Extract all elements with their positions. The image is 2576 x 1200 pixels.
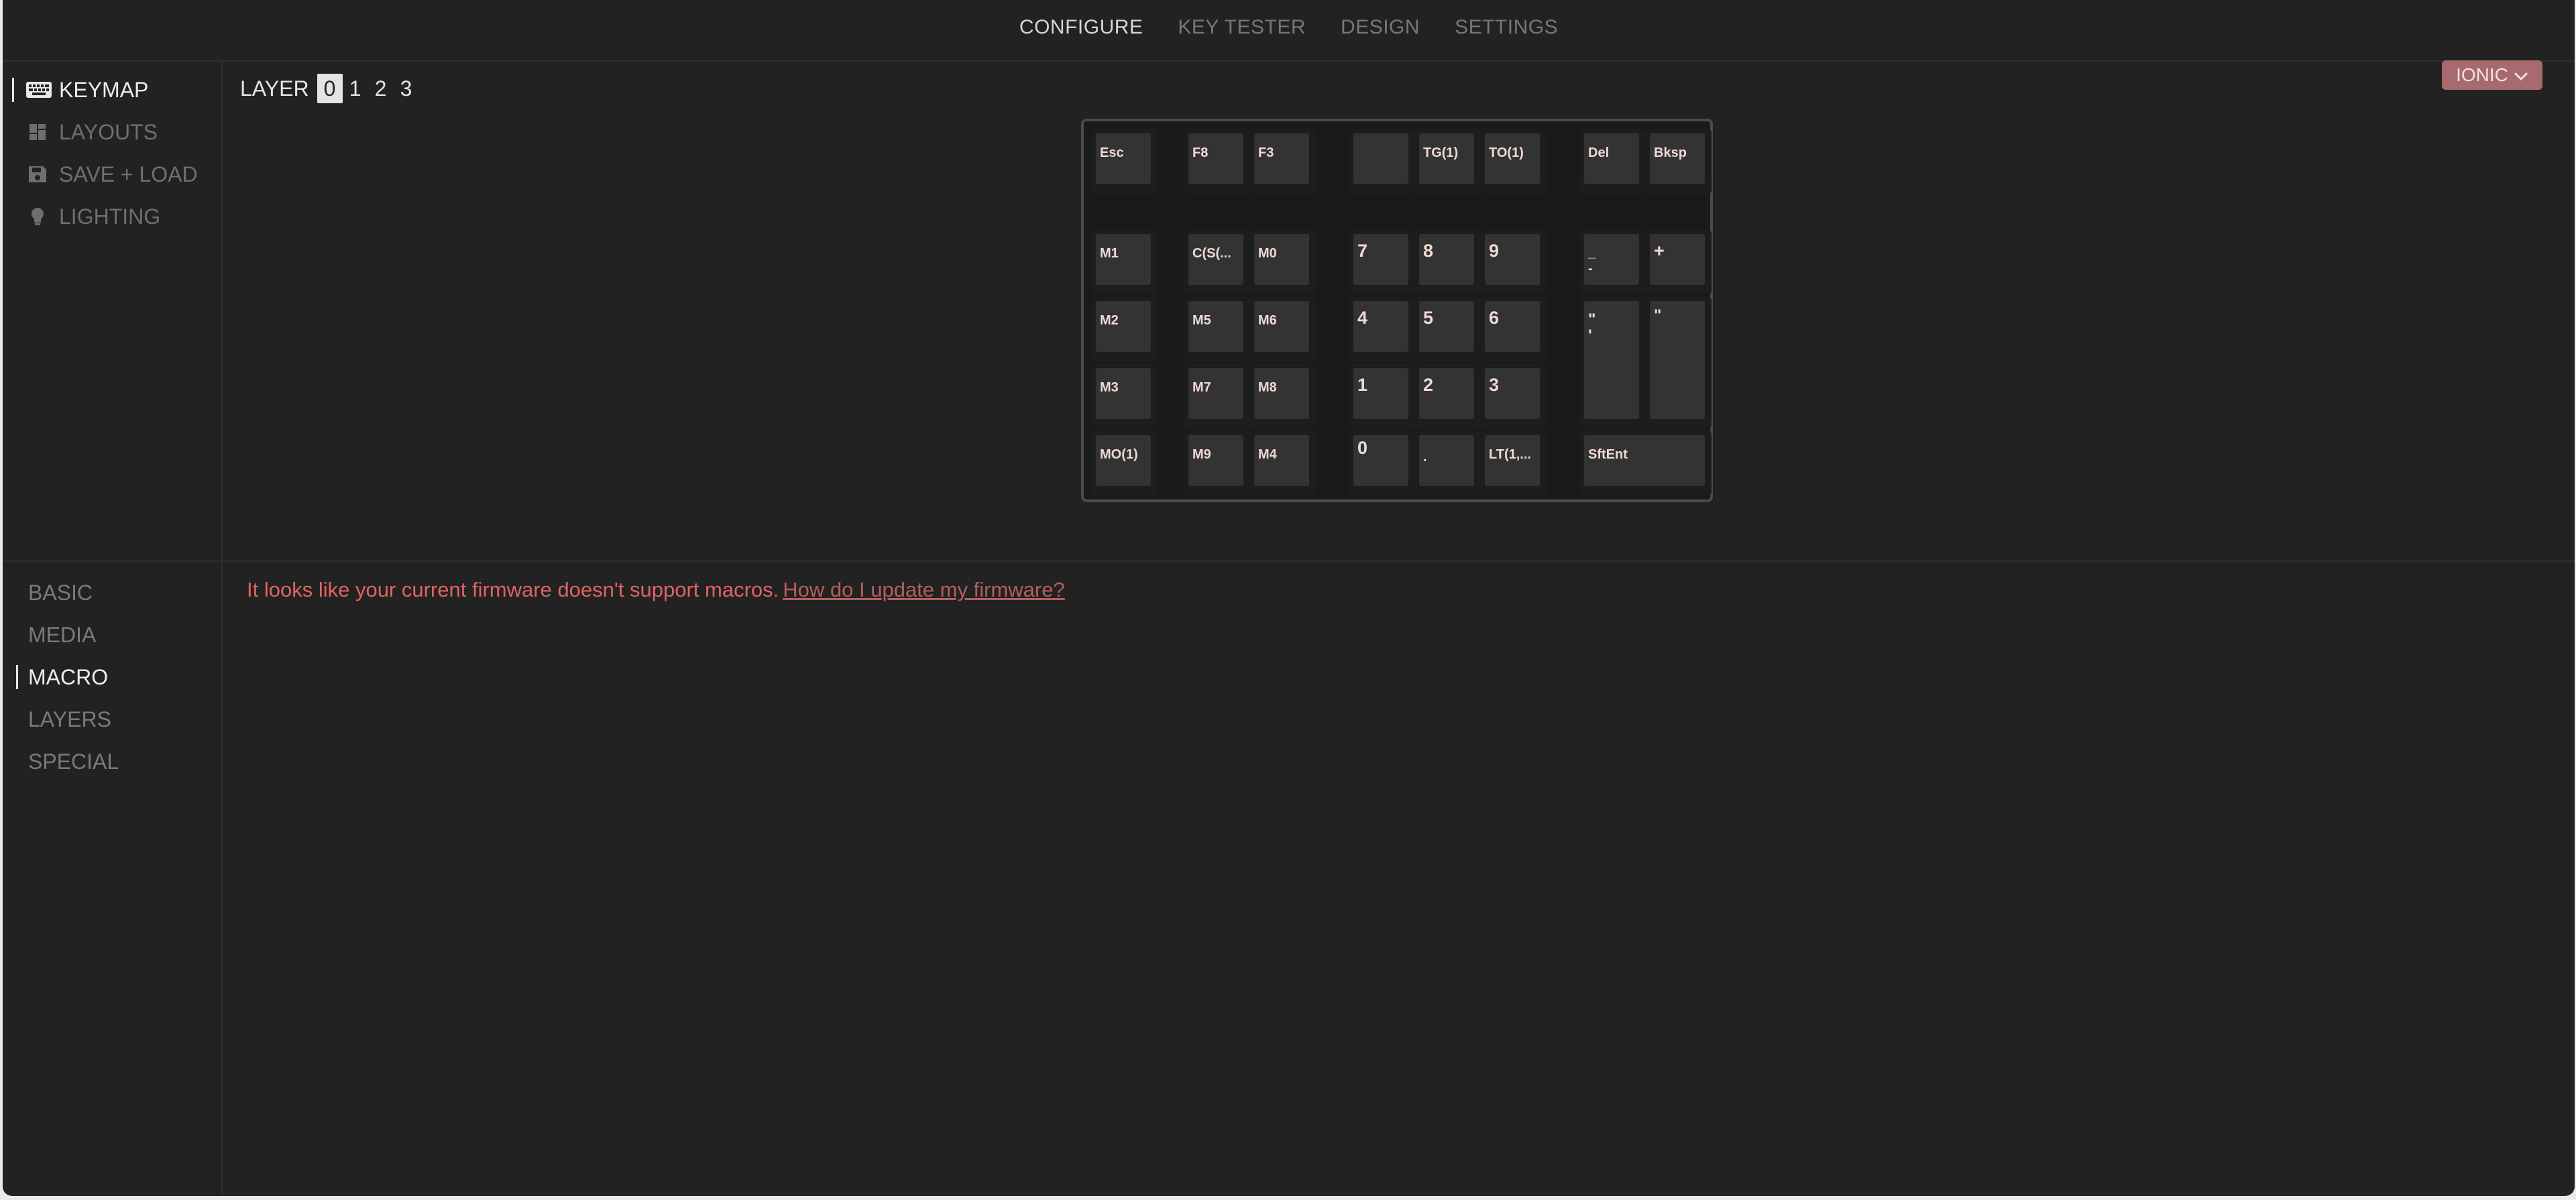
floppy-disk-icon (25, 164, 50, 184)
macro-message-text: It looks like your current firmware does… (247, 578, 779, 601)
key[interactable]: _ - (1580, 230, 1646, 294)
category-media[interactable]: MEDIA (28, 621, 96, 648)
key[interactable]: 5 (1415, 297, 1481, 361)
key[interactable]: 1 (1349, 364, 1415, 428)
key[interactable]: 7 (1349, 230, 1415, 294)
side-item-label: LAYOUTS (59, 119, 158, 144)
side-item-label: LIGHTING (59, 204, 161, 229)
category-special[interactable]: SPECIAL (28, 748, 119, 775)
key[interactable]: Bksp (1646, 129, 1712, 194)
key[interactable]: TO(1) (1481, 129, 1547, 194)
key[interactable]: 4 (1349, 297, 1415, 361)
top-nav: CONFIGURE KEY TESTER DESIGN SETTINGS (3, 0, 2575, 62)
key[interactable]: 2 (1415, 364, 1481, 428)
key[interactable]: C(S(... (1184, 230, 1250, 294)
key[interactable] (1349, 129, 1415, 194)
key[interactable]: 3 (1481, 364, 1547, 428)
key[interactable]: " (1646, 297, 1712, 428)
key[interactable]: M4 (1250, 431, 1316, 495)
lightbulb-icon (25, 206, 50, 227)
category-basic[interactable]: BASIC (28, 579, 93, 606)
app-window: CONFIGURE KEY TESTER DESIGN SETTINGS ION… (3, 0, 2575, 1196)
key[interactable]: Esc (1092, 129, 1158, 194)
layer-3-button[interactable]: 3 (394, 74, 419, 103)
active-indicator (16, 665, 18, 689)
side-item-save-load[interactable]: SAVE + LOAD (25, 161, 198, 188)
key[interactable]: M5 (1184, 297, 1250, 361)
key[interactable]: M2 (1092, 297, 1158, 361)
key[interactable]: " ' (1580, 297, 1646, 428)
side-item-keymap[interactable]: KEYMAP (12, 76, 149, 103)
category-layers[interactable]: LAYERS (28, 706, 111, 733)
key[interactable]: 9 (1481, 230, 1547, 294)
key[interactable]: F8 (1184, 129, 1250, 194)
category-macro[interactable]: MACRO (16, 664, 109, 691)
key[interactable]: TG(1) (1415, 129, 1481, 194)
side-item-label: KEYMAP (59, 77, 149, 102)
key[interactable]: 8 (1415, 230, 1481, 294)
macro-unsupported-message: It looks like your current firmware does… (247, 578, 1065, 602)
key[interactable]: MO(1) (1092, 431, 1158, 495)
layer-2-button[interactable]: 2 (368, 74, 394, 103)
layout-grid-icon (25, 122, 50, 142)
key[interactable]: + (1646, 230, 1712, 294)
key[interactable]: M7 (1184, 364, 1250, 428)
key[interactable]: F3 (1250, 129, 1316, 194)
tab-design[interactable]: DESIGN (1323, 16, 1437, 39)
key[interactable]: LT(1,... (1481, 431, 1547, 495)
active-indicator (12, 78, 14, 102)
tab-settings[interactable]: SETTINGS (1437, 16, 1575, 39)
layer-0-button[interactable]: 0 (317, 74, 343, 103)
keyboard-layout: Esc F8 F3 TG(1) TO(1) Del Bksp M1 C(S(..… (1081, 119, 1713, 502)
chevron-down-icon (2514, 64, 2528, 86)
side-item-label: SAVE + LOAD (59, 162, 198, 186)
key[interactable]: 0 (1349, 431, 1415, 495)
key[interactable]: M3 (1092, 364, 1158, 428)
layer-selector: LAYER 0 1 2 3 (240, 74, 419, 103)
key[interactable]: M9 (1184, 431, 1250, 495)
key[interactable]: M6 (1250, 297, 1316, 361)
category-label: MACRO (28, 664, 109, 689)
key[interactable]: SftEnt (1580, 431, 1712, 495)
key[interactable]: M0 (1250, 230, 1316, 294)
section-divider (3, 560, 2575, 562)
update-firmware-link[interactable]: How do I update my firmware? (783, 578, 1064, 601)
layer-label: LAYER (240, 76, 309, 101)
key[interactable]: Del (1580, 129, 1646, 194)
key[interactable]: M1 (1092, 230, 1158, 294)
side-item-layouts[interactable]: LAYOUTS (25, 119, 158, 145)
key[interactable]: M8 (1250, 364, 1316, 428)
tab-configure[interactable]: CONFIGURE (1002, 16, 1161, 39)
side-menu: KEYMAP LAYOUTS SAVE + LOAD LIGHTING (3, 62, 223, 560)
keyboard-select[interactable]: IONIC (2442, 60, 2542, 90)
side-item-lighting[interactable]: LIGHTING (25, 203, 160, 230)
key-category-menu: BASIC MEDIA MACRO LAYERS SPECIAL (3, 562, 223, 1196)
keyboard-icon (25, 80, 52, 100)
key[interactable]: . (1415, 431, 1481, 495)
keyboard-select-label: IONIC (2456, 64, 2508, 85)
key[interactable]: 6 (1481, 297, 1547, 361)
tab-key-tester[interactable]: KEY TESTER (1160, 16, 1323, 39)
layer-1-button[interactable]: 1 (343, 74, 368, 103)
